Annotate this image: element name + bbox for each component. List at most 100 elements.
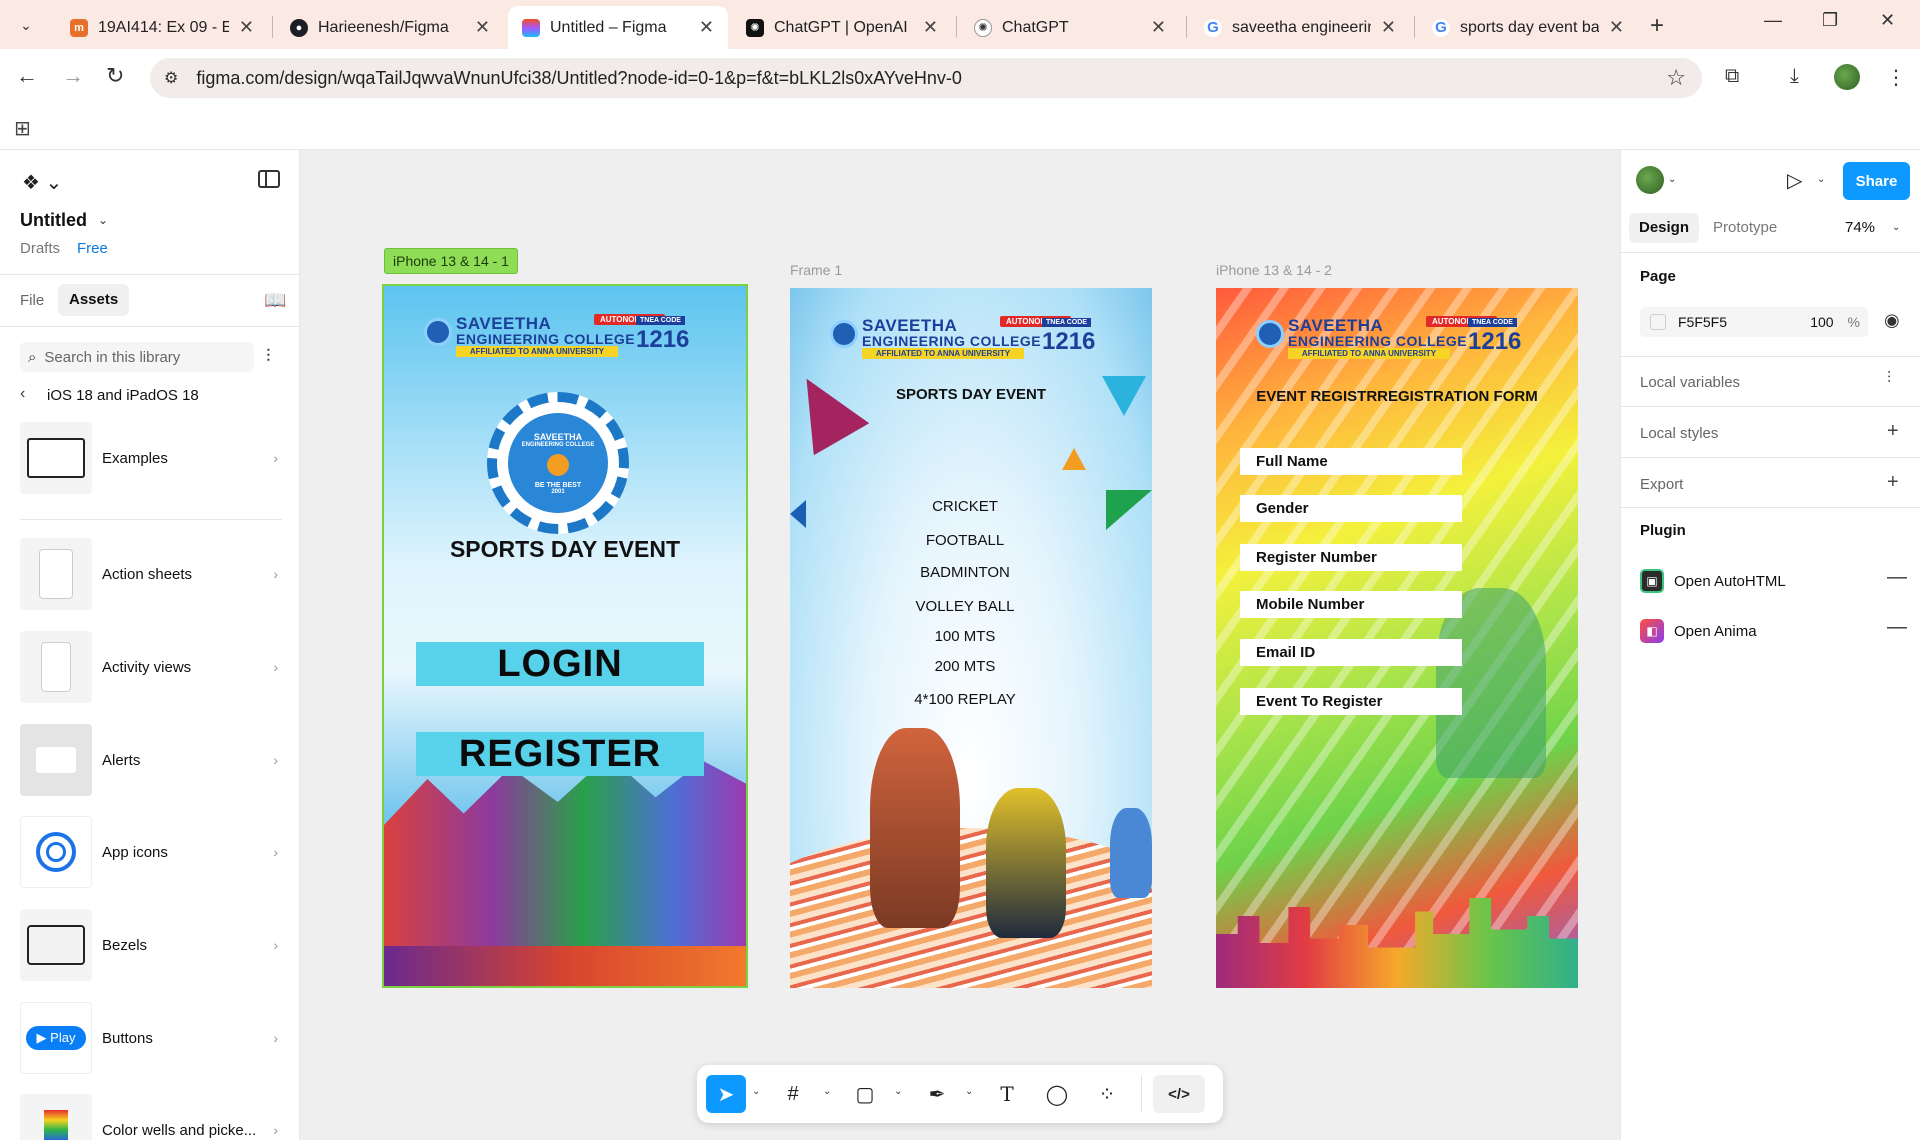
export-label[interactable]: Export xyxy=(1640,476,1683,493)
asset-item-examples[interactable]: Examples › xyxy=(20,422,282,494)
asset-item-app-icons[interactable]: App icons › xyxy=(20,816,282,888)
mobile-number-field[interactable]: Mobile Number xyxy=(1240,591,1462,618)
close-icon[interactable]: ✕ xyxy=(239,17,254,38)
close-icon[interactable]: ✕ xyxy=(475,17,490,38)
move-tool-icon[interactable]: ➤ xyxy=(706,1075,746,1113)
browser-tab-active[interactable]: Untitled – Figma ✕ xyxy=(508,6,728,49)
browser-tab[interactable]: m 19AI414: Ex 09 - Even ✕ xyxy=(56,6,268,49)
tab-file[interactable]: File xyxy=(20,292,44,309)
browser-tab[interactable]: ● Harieenesh/Figma ✕ xyxy=(276,6,504,49)
window-close-icon[interactable]: ✕ xyxy=(1880,10,1895,31)
chevron-down-icon[interactable]: ⌄ xyxy=(965,1086,973,1097)
pen-tool-icon[interactable]: ✒ xyxy=(917,1075,957,1113)
tab-search-menu-icon[interactable]: ⌄ xyxy=(10,9,42,41)
profile-avatar[interactable] xyxy=(1834,64,1860,90)
variables-settings-icon[interactable]: ⫶ xyxy=(1887,370,1891,388)
rectangle-tool-icon[interactable]: ▢ xyxy=(845,1075,885,1113)
chevron-down-icon[interactable]: ⌄ xyxy=(823,1086,831,1097)
email-id-field[interactable]: Email ID xyxy=(1240,639,1462,666)
remove-plugin-icon[interactable]: — xyxy=(1887,566,1907,589)
close-icon[interactable]: ✕ xyxy=(923,17,938,38)
chevron-down-icon[interactable]: ⌄ xyxy=(894,1086,902,1097)
panel-toggle-icon[interactable] xyxy=(258,170,280,188)
new-tab-button[interactable]: + xyxy=(1650,12,1664,40)
browser-tab[interactable]: G saveetha engineering ✕ xyxy=(1190,6,1410,49)
avatar[interactable] xyxy=(1636,166,1664,194)
page-color-hex[interactable]: F5F5F5 xyxy=(1678,314,1810,330)
restore-icon[interactable]: ❐ xyxy=(1822,10,1838,31)
back-arrow-icon[interactable]: ← xyxy=(16,63,38,89)
file-title[interactable]: Untitled xyxy=(20,210,87,231)
library-search-input[interactable]: ⌕ Search in this library xyxy=(20,342,254,372)
plugin-anima[interactable]: ◧ Open Anima xyxy=(1640,618,1757,644)
frame-label[interactable]: Frame 1 xyxy=(790,262,842,278)
page-opacity[interactable]: 100 xyxy=(1810,314,1833,330)
asset-item-color-wells[interactable]: Color wells and picke... › xyxy=(20,1094,282,1140)
tab-prototype[interactable]: Prototype xyxy=(1703,213,1787,243)
browser-tab[interactable]: ✺ ChatGPT | OpenAI ✕ xyxy=(732,6,952,49)
extensions-icon[interactable]: ⧉ xyxy=(1725,65,1739,88)
event-to-register-field[interactable]: Event To Register xyxy=(1240,688,1462,715)
close-icon[interactable]: ✕ xyxy=(1381,17,1396,38)
full-name-field[interactable]: Full Name xyxy=(1240,448,1462,475)
chevron-down-icon[interactable]: ⌄ xyxy=(1892,222,1900,233)
frame-tool-icon[interactable]: # xyxy=(773,1075,813,1113)
zoom-level[interactable]: 74% xyxy=(1845,219,1875,236)
url-field[interactable]: ⚙ figma.com/design/wqaTailJqwvaWnunUfci3… xyxy=(150,58,1702,98)
reload-icon[interactable]: ↻ xyxy=(106,63,124,89)
tab-assets[interactable]: Assets xyxy=(58,284,130,316)
frame-label[interactable]: iPhone 13 & 14 - 1 xyxy=(384,248,518,274)
page-color-field[interactable]: F5F5F5 100 % xyxy=(1640,307,1868,337)
apps-grid-icon[interactable]: ⊞ xyxy=(14,116,31,141)
asset-item-buttons[interactable]: ▶ Play Buttons › xyxy=(20,1002,282,1074)
download-icon[interactable]: ⤓ xyxy=(1790,65,1799,88)
library-book-icon[interactable]: 📖 xyxy=(264,290,286,311)
chevron-down-icon[interactable]: ⌄ xyxy=(1817,174,1825,185)
add-style-icon[interactable]: + xyxy=(1887,420,1899,443)
design-canvas[interactable]: iPhone 13 & 14 - 1 SAVEETHA ENGINEERING … xyxy=(300,150,1620,1140)
drafts-link[interactable]: Drafts xyxy=(20,240,60,257)
back-chevron-icon[interactable]: ‹ xyxy=(20,385,25,403)
asset-item-bezels[interactable]: Bezels › xyxy=(20,909,282,981)
close-icon[interactable]: ✕ xyxy=(699,17,714,38)
forward-arrow-icon[interactable]: → xyxy=(62,63,84,89)
frame-registration[interactable]: SAVEETHA ENGINEERING COLLEGE AUTONOMOUS … xyxy=(1216,288,1578,988)
local-styles-label[interactable]: Local styles xyxy=(1640,425,1718,442)
close-icon[interactable]: ✕ xyxy=(1609,17,1624,38)
add-export-icon[interactable]: + xyxy=(1887,471,1899,494)
comment-tool-icon[interactable]: ◯ xyxy=(1037,1075,1077,1113)
frame-login[interactable]: SAVEETHA ENGINEERING COLLEGE AUTONOMOUS … xyxy=(382,284,748,988)
browser-tab[interactable]: ✺ ChatGPT ✕ xyxy=(960,6,1180,49)
minimize-icon[interactable]: — xyxy=(1764,10,1782,31)
actions-tool-icon[interactable]: ⁘ xyxy=(1087,1075,1127,1113)
share-button[interactable]: Share xyxy=(1843,162,1910,200)
register-number-field[interactable]: Register Number xyxy=(1240,544,1462,571)
frame-events[interactable]: SAVEETHA ENGINEERING COLLEGE AUTONOMOUS … xyxy=(790,288,1152,988)
gender-field[interactable]: Gender xyxy=(1240,495,1462,522)
asset-item-action-sheets[interactable]: Action sheets › xyxy=(20,538,282,610)
browser-tab[interactable]: G sports day event bac ✕ xyxy=(1418,6,1638,49)
eye-icon[interactable]: ◉ xyxy=(1884,310,1900,331)
chevron-down-icon[interactable]: ⌄ xyxy=(1668,174,1676,185)
text-tool-icon[interactable]: T xyxy=(987,1075,1027,1113)
close-icon[interactable]: ✕ xyxy=(1151,17,1166,38)
remove-plugin-icon[interactable]: — xyxy=(1887,616,1907,639)
asset-item-alerts[interactable]: Alerts › xyxy=(20,724,282,796)
plan-badge[interactable]: Free xyxy=(77,240,108,257)
tab-design[interactable]: Design xyxy=(1629,213,1700,243)
login-button[interactable]: LOGIN xyxy=(416,642,704,686)
frame-label[interactable]: iPhone 13 & 14 - 2 xyxy=(1216,262,1332,278)
filter-icon[interactable]: ⫶ xyxy=(266,346,271,367)
local-variables-label[interactable]: Local variables xyxy=(1640,374,1740,391)
asset-item-activity-views[interactable]: Activity views › xyxy=(20,631,282,703)
plugin-autohtml[interactable]: ▣ Open AutoHTML xyxy=(1640,568,1786,594)
register-button[interactable]: REGISTER xyxy=(416,732,704,776)
bookmark-star-icon[interactable]: ☆ xyxy=(1666,65,1686,91)
dev-mode-toggle[interactable]: </> xyxy=(1153,1075,1205,1113)
figma-menu-icon[interactable]: ❖ ⌄ xyxy=(22,170,62,195)
chevron-down-icon[interactable]: ⌄ xyxy=(98,213,108,227)
present-play-icon[interactable]: ▷ xyxy=(1787,168,1802,193)
color-swatch[interactable] xyxy=(1650,314,1666,330)
more-menu-icon[interactable]: ⋮ xyxy=(1886,65,1906,90)
site-settings-icon[interactable]: ⚙ xyxy=(164,68,178,88)
